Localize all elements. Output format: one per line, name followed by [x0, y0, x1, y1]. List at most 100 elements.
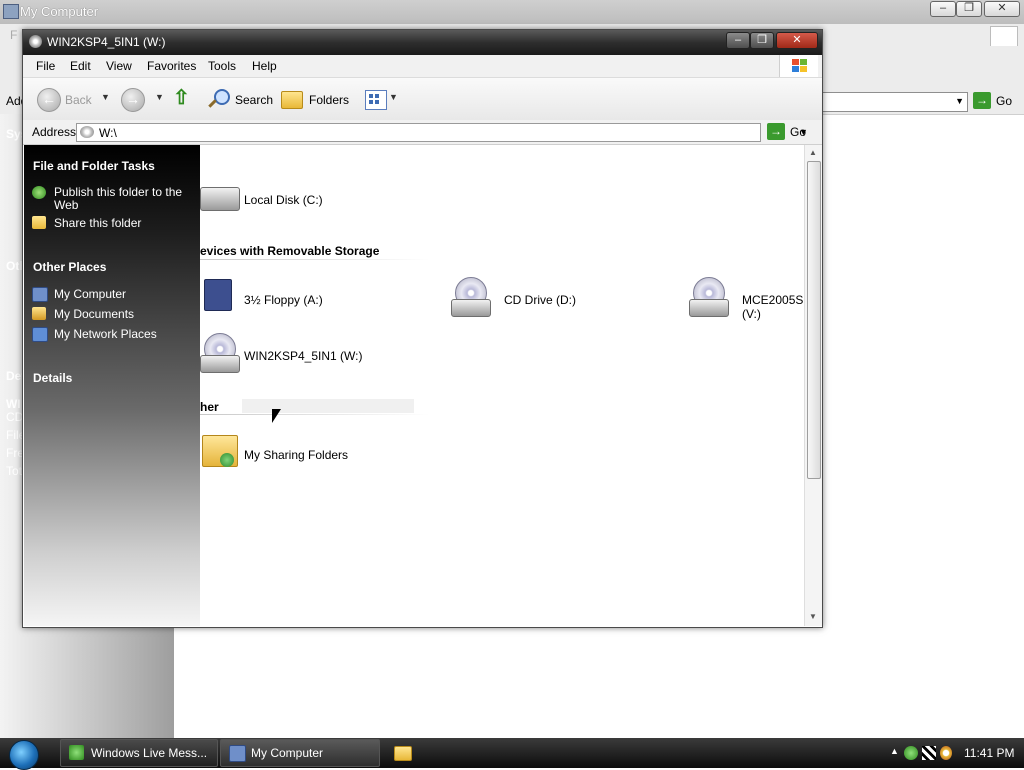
background-titlebar[interactable]: My Computer – ❐ ✕: [0, 0, 1024, 25]
messenger-tray-icon[interactable]: [904, 746, 918, 760]
system-tray: ▲ 11:41 PM: [886, 739, 1024, 767]
network-tray-icon[interactable]: [922, 746, 936, 760]
taskbar-button-messenger[interactable]: Windows Live Mess...: [60, 739, 218, 767]
background-address-field[interactable]: ▼: [820, 92, 968, 112]
removable-storage-heading: evices with Removable Storage: [200, 244, 380, 258]
toolbar: ← Back ▼ → ▼ ⇧ Search Folders ▼: [23, 78, 822, 121]
my-network-places-link[interactable]: My Network Places: [54, 327, 157, 341]
users-icon: [220, 453, 234, 467]
my-documents-icon: [32, 307, 46, 320]
tray-expand-icon[interactable]: ▲: [890, 746, 899, 756]
list-item-mce-drive[interactable]: MCE2005SP3 (V:): [689, 277, 804, 321]
forward-arrow-icon[interactable]: →: [121, 88, 145, 112]
shared-folder-icon: [32, 216, 46, 229]
go-button-label[interactable]: Go: [790, 125, 806, 139]
volume-tray-icon[interactable]: [940, 746, 952, 760]
item-label: CD Drive (D:): [504, 293, 576, 307]
taskbar-button-label: My Computer: [251, 746, 324, 760]
list-item-sharing-folders[interactable]: My Sharing Folders: [200, 433, 380, 477]
list-item-win2k-drive[interactable]: WIN2KSP4_5IN1 (W:): [200, 333, 380, 377]
address-label: Address: [32, 125, 77, 139]
item-label: MCE2005SP3 (V:): [742, 293, 804, 321]
explorer-window: WIN2KSP4_5IN1 (W:) – ❐ ✕ File Edit View …: [22, 29, 823, 628]
network-places-icon: [32, 327, 48, 342]
background-pane-stub: Tot: [6, 464, 23, 478]
taskbar: Windows Live Mess... My Computer ▲ 11:41…: [0, 738, 1024, 770]
other-heading: her: [200, 400, 219, 414]
folders-button-label[interactable]: Folders: [309, 93, 349, 107]
my-documents-link[interactable]: My Documents: [54, 307, 134, 321]
search-button-label[interactable]: Search: [235, 93, 273, 107]
window-titlebar[interactable]: WIN2KSP4_5IN1 (W:) – ❐ ✕: [23, 30, 822, 55]
background-go-label[interactable]: Go: [996, 94, 1012, 108]
taskbar-button-my-computer[interactable]: My Computer: [220, 739, 380, 767]
background-go-icon[interactable]: →: [973, 92, 991, 109]
drive-base-icon: [689, 299, 729, 317]
quick-launch-folder-icon[interactable]: [394, 746, 412, 761]
share-folder-link[interactable]: Share this folder: [54, 216, 141, 230]
list-item-local-disk[interactable]: Local Disk (C:): [200, 185, 340, 217]
details-heading[interactable]: Details: [33, 371, 72, 385]
task-pane: File and Folder Tasks Publish this folde…: [24, 145, 200, 626]
windows-logo-icon: [779, 55, 818, 77]
file-folder-tasks-heading[interactable]: File and Folder Tasks: [33, 159, 155, 173]
globe-icon: [32, 186, 46, 199]
close-button[interactable]: ✕: [776, 32, 818, 49]
maximize-button[interactable]: ❐: [750, 32, 774, 49]
menubar: File Edit View Favorites Tools Help: [23, 55, 822, 78]
scroll-down-icon[interactable]: ▼: [809, 612, 817, 621]
clock[interactable]: 11:41 PM: [964, 746, 1014, 760]
list-item-cd-drive[interactable]: CD Drive (D:): [451, 277, 591, 321]
vertical-scrollbar[interactable]: ▲ ▼: [804, 145, 822, 626]
menu-file[interactable]: File: [36, 59, 55, 73]
background-windows-logo-icon: [990, 26, 1018, 48]
minimize-button[interactable]: –: [726, 32, 750, 49]
views-icon[interactable]: [365, 90, 387, 110]
background-pane-stub: CD: [6, 410, 24, 424]
item-label: WIN2KSP4_5IN1 (W:): [244, 349, 363, 363]
publish-folder-link[interactable]: Publish this folder to the Web: [54, 186, 194, 212]
scroll-up-icon[interactable]: ▲: [809, 148, 817, 157]
folders-icon[interactable]: [281, 91, 303, 109]
list-item-floppy[interactable]: 3½ Floppy (A:): [200, 277, 340, 321]
back-button-label[interactable]: Back: [65, 93, 92, 107]
taskbar-button-label: Windows Live Mess...: [91, 746, 208, 760]
chevron-down-icon[interactable]: ▼: [955, 96, 964, 106]
start-button[interactable]: [9, 740, 39, 770]
my-computer-icon: [3, 4, 19, 19]
window-title: WIN2KSP4_5IN1 (W:): [47, 35, 166, 49]
go-arrow-icon[interactable]: →: [767, 123, 785, 140]
address-input[interactable]: W:\ ▼: [76, 123, 808, 142]
menu-help[interactable]: Help: [252, 59, 277, 73]
background-maximize-button[interactable]: ❐: [956, 1, 982, 17]
background-close-button[interactable]: ✕: [984, 1, 1020, 17]
item-label: 3½ Floppy (A:): [244, 293, 323, 307]
my-computer-link[interactable]: My Computer: [54, 287, 126, 301]
item-label: My Sharing Folders: [244, 448, 349, 462]
forward-history-chevron-icon[interactable]: ▼: [155, 92, 164, 102]
messenger-icon: [69, 745, 84, 760]
menu-favorites[interactable]: Favorites: [147, 59, 196, 73]
background-minimize-button[interactable]: –: [930, 1, 956, 17]
address-value[interactable]: W:\: [99, 126, 117, 140]
mouse-cursor-icon: [272, 409, 281, 423]
menu-edit[interactable]: Edit: [70, 59, 91, 73]
search-icon[interactable]: [207, 88, 230, 110]
background-pane-stub: WI: [6, 397, 21, 411]
other-places-heading[interactable]: Other Places: [33, 260, 106, 274]
menu-view[interactable]: View: [106, 59, 132, 73]
my-computer-icon: [229, 745, 246, 762]
scrollbar-thumb[interactable]: [807, 161, 821, 479]
background-menu-stub[interactable]: F: [10, 28, 17, 42]
item-label: Local Disk (C:): [244, 193, 323, 207]
views-chevron-icon[interactable]: ▼: [389, 92, 398, 102]
group-divider: [200, 259, 430, 260]
back-arrow-icon[interactable]: ←: [37, 88, 61, 112]
drive-base-icon: [200, 355, 240, 373]
up-folder-icon[interactable]: ⇧: [173, 88, 193, 109]
drive-base-icon: [451, 299, 491, 317]
selection-highlight: [242, 399, 414, 413]
menu-tools[interactable]: Tools: [208, 59, 236, 73]
floppy-drive-icon: [204, 279, 232, 311]
back-history-chevron-icon[interactable]: ▼: [101, 92, 110, 102]
